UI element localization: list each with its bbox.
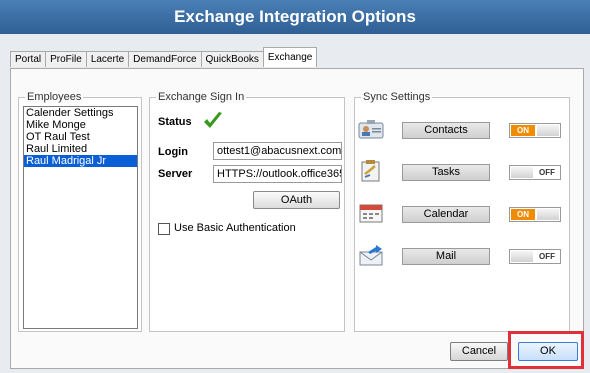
list-item[interactable]: Raul Limited <box>24 143 137 155</box>
sync-group: Sync Settings Contacts ON Tasks OFF Cale… <box>354 91 570 332</box>
list-item[interactable]: Mike Monge <box>24 119 137 131</box>
tab-portal[interactable]: Portal <box>10 51 47 67</box>
cancel-button[interactable]: Cancel <box>450 342 508 361</box>
login-label: Login <box>158 146 188 158</box>
list-item[interactable]: OT Raul Test <box>24 131 137 143</box>
toggle-knob <box>511 251 533 262</box>
tab-quickbooks[interactable]: QuickBooks <box>200 51 264 67</box>
tab-profile[interactable]: ProFile <box>45 51 87 67</box>
oauth-button[interactable]: OAuth <box>253 191 340 209</box>
basic-auth-checkbox[interactable] <box>158 223 170 235</box>
contacts-toggle[interactable]: ON <box>509 123 561 138</box>
sync-group-label: Sync Settings <box>361 91 433 103</box>
ok-button[interactable]: OK <box>518 342 578 361</box>
tab-demandforce[interactable]: DemandForce <box>128 51 202 67</box>
window-title: Exchange Integration Options <box>0 0 590 34</box>
signin-group-label: Exchange Sign In <box>156 91 247 103</box>
tab-panel: ? Employees Calender Settings Mike Monge… <box>10 68 584 369</box>
calendar-toggle[interactable]: ON <box>509 207 561 222</box>
status-label: Status <box>158 116 192 128</box>
dialog-body: Portal ProFile Lacerte DemandForce Quick… <box>0 34 590 373</box>
mail-sync-button[interactable]: Mail <box>402 248 490 265</box>
server-label: Server <box>158 168 193 180</box>
toggle-knob <box>537 125 559 136</box>
tasks-toggle[interactable]: OFF <box>509 165 561 180</box>
tasks-icon <box>361 160 380 182</box>
contacts-toggle-state: ON <box>511 125 535 136</box>
calendar-sync-button[interactable]: Calendar <box>402 206 490 223</box>
calendar-toggle-state: ON <box>511 209 535 220</box>
calendar-icon <box>359 204 383 223</box>
tab-strip: Portal ProFile Lacerte DemandForce Quick… <box>10 47 318 68</box>
basic-auth-label: Use Basic Authentication <box>174 222 296 234</box>
mail-toggle[interactable]: OFF <box>509 249 561 264</box>
tasks-toggle-state: OFF <box>539 168 555 177</box>
login-field[interactable]: ottest1@abacusnext.com <box>213 142 342 160</box>
signin-group: Exchange Sign In Status Login ottest1@ab… <box>149 91 345 332</box>
checkmark-icon <box>204 112 222 128</box>
list-item[interactable]: Calender Settings <box>24 107 137 119</box>
contacts-icon <box>358 120 384 139</box>
list-item-selected[interactable]: Raul Madrigal Jr <box>24 155 137 167</box>
mail-toggle-state: OFF <box>539 252 555 261</box>
server-field[interactable]: HTTPS://outlook.office365.c <box>213 165 342 183</box>
employees-list[interactable]: Calender Settings Mike Monge OT Raul Tes… <box>23 106 138 329</box>
toggle-knob <box>511 167 533 178</box>
tasks-sync-button[interactable]: Tasks <box>402 164 490 181</box>
tab-exchange[interactable]: Exchange <box>262 47 318 67</box>
employees-group: Employees Calender Settings Mike Monge O… <box>18 91 142 332</box>
tab-lacerte[interactable]: Lacerte <box>85 51 130 67</box>
contacts-sync-button[interactable]: Contacts <box>402 122 490 139</box>
toggle-knob <box>537 209 559 220</box>
employees-group-label: Employees <box>25 91 84 103</box>
mail-icon <box>359 245 383 266</box>
